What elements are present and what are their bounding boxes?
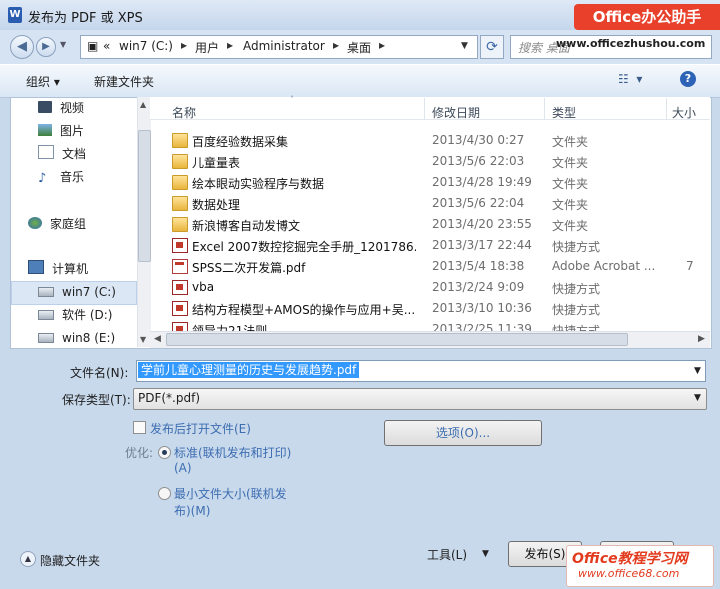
publish-button-label: 发布(S) — [524, 547, 566, 561]
file-type: 快捷方式 — [552, 282, 601, 296]
shortcut-icon — [172, 301, 188, 316]
file-type: 快捷方式 — [552, 324, 601, 331]
options-button-label: 选项(O)... — [435, 426, 491, 440]
pdf-icon — [172, 259, 188, 274]
drive-icon — [38, 333, 54, 343]
filename-value[interactable]: 学前儿童心理测量的历史与发展趋势.pdf — [138, 362, 360, 378]
horizontal-scroll-thumb[interactable] — [166, 333, 628, 346]
file-row[interactable]: SPSS二次开发篇.pdf 2013/5/4 18:38 Adobe Acrobat… — [150, 256, 710, 277]
file-date: 2013/5/4 18:38 — [432, 259, 525, 273]
file-row[interactable]: 新浪博客自动发博文 2013/4/20 23:55 文件夹 — [150, 214, 710, 235]
file-name: 结构方程模型+AMOS的操作与应用+吴... — [192, 303, 416, 317]
folder-icon — [172, 175, 188, 190]
file-date: 2013/5/6 22:04 — [432, 196, 525, 210]
file-date: 2013/4/20 23:55 — [432, 217, 532, 231]
optimize-label: 优化: — [125, 446, 154, 460]
file-row[interactable]: vba 2013/2/24 9:09 快捷方式 — [150, 277, 710, 298]
scroll-down-icon[interactable]: ▼ — [140, 335, 146, 344]
file-row[interactable]: 儿童量表 2013/5/6 22:03 文件夹 — [150, 151, 710, 172]
nav-item-drive-e[interactable]: win8 (E:) — [38, 328, 115, 348]
filetype-label: 保存类型(T): — [62, 393, 131, 407]
file-type: 文件夹 — [552, 156, 589, 170]
filename-dropdown-icon[interactable]: ▼ — [694, 366, 701, 376]
optimize-minimum-label-line2[interactable]: 布)(M) — [174, 502, 210, 519]
tools-menu[interactable]: 工具(L) — [427, 546, 467, 563]
file-row[interactable]: 绘本眼动实验程序与数据 2013/4/28 19:49 文件夹 — [150, 172, 710, 193]
file-row[interactable]: 数据处理 2013/5/6 22:04 文件夹 — [150, 193, 710, 214]
file-date: 2013/2/24 9:09 — [432, 280, 525, 294]
file-type: 文件夹 — [552, 177, 589, 191]
file-name: 儿童量表 — [192, 156, 241, 170]
scroll-left-icon[interactable]: ◀ — [154, 334, 161, 344]
folder-icon — [172, 133, 188, 148]
file-row[interactable]: 领导力21法则 2013/2/25 11:39 快捷方式 — [150, 319, 710, 331]
filetype-value: PDF(*.pdf) — [138, 391, 201, 405]
folder-icon — [172, 154, 188, 169]
optimize-minimum-label[interactable]: 最小文件大小(联机发 — [174, 485, 287, 502]
file-row[interactable]: 结构方程模型+AMOS的操作与应用+吴... 2013/3/10 10:36 快捷方… — [150, 298, 710, 319]
file-date: 2013/5/6 22:03 — [432, 154, 525, 168]
filetype-select[interactable] — [133, 388, 707, 410]
watermark-stamp-url: www.office68.com — [578, 567, 680, 580]
file-name: 数据处理 — [192, 198, 241, 212]
optimize-minimum-radio[interactable] — [158, 487, 171, 500]
shortcut-icon — [172, 238, 188, 253]
file-type: 文件夹 — [552, 219, 589, 233]
nav-item-label: win8 (E:) — [62, 331, 116, 345]
file-name: 百度经验数据采集 — [192, 135, 289, 149]
folder-icon — [172, 196, 188, 211]
file-list: 百度经验数据采集 2013/4/30 0:27 文件夹 儿童量表 2013/5/6 2… — [0, 0, 720, 331]
hide-folders-toggle[interactable]: 隐藏文件夹 — [40, 552, 100, 569]
open-after-checkbox[interactable] — [133, 421, 146, 434]
file-date: 2013/3/10 10:36 — [432, 301, 532, 315]
watermark-stamp-title: Office教程学习网 — [572, 551, 688, 567]
filetype-dropdown-icon[interactable]: ▼ — [694, 393, 701, 403]
file-name: vba — [192, 280, 215, 294]
file-name: SPSS二次开发篇.pdf — [192, 261, 306, 275]
file-name: Excel 2007数控挖掘完全手册_1201786... — [192, 240, 416, 254]
file-type: 文件夹 — [552, 135, 589, 149]
file-date: 2013/3/17 22:44 — [432, 238, 532, 252]
file-name: 新浪博客自动发博文 — [192, 219, 301, 233]
file-row[interactable]: 百度经验数据采集 2013/4/30 0:27 文件夹 — [150, 130, 710, 151]
file-date: 2013/4/28 19:49 — [432, 175, 532, 189]
collapse-up-icon[interactable]: ▲ — [20, 551, 36, 567]
file-type: Adobe Acrobat ... — [552, 259, 656, 273]
shortcut-icon — [172, 280, 188, 295]
tools-dropdown-icon[interactable]: ▼ — [482, 549, 489, 559]
file-name: 绘本眼动实验程序与数据 — [192, 177, 325, 191]
optimize-standard-radio[interactable] — [158, 446, 171, 459]
options-button[interactable]: 选项(O)... — [384, 420, 542, 446]
filename-label: 文件名(N): — [70, 366, 129, 380]
file-type: 快捷方式 — [552, 303, 601, 317]
open-after-label[interactable]: 发布后打开文件(E) — [150, 420, 251, 437]
file-row[interactable]: Excel 2007数控挖掘完全手册_1201786... 2013/3/17 2… — [150, 235, 710, 256]
file-type: 文件夹 — [552, 198, 589, 212]
scroll-right-icon[interactable]: ▶ — [698, 334, 705, 344]
file-date: 2013/2/25 11:39 — [432, 322, 532, 331]
file-name: 领导力21法则 — [192, 324, 268, 331]
file-date: 2013/4/30 0:27 — [432, 133, 525, 147]
shortcut-icon — [172, 322, 188, 331]
folder-icon — [172, 217, 188, 232]
file-size: 7 — [686, 259, 694, 273]
optimize-standard-label[interactable]: 标准(联机发布和打印) — [174, 444, 291, 461]
optimize-standard-label-line2[interactable]: (A) — [174, 461, 192, 475]
file-type: 快捷方式 — [552, 240, 601, 254]
